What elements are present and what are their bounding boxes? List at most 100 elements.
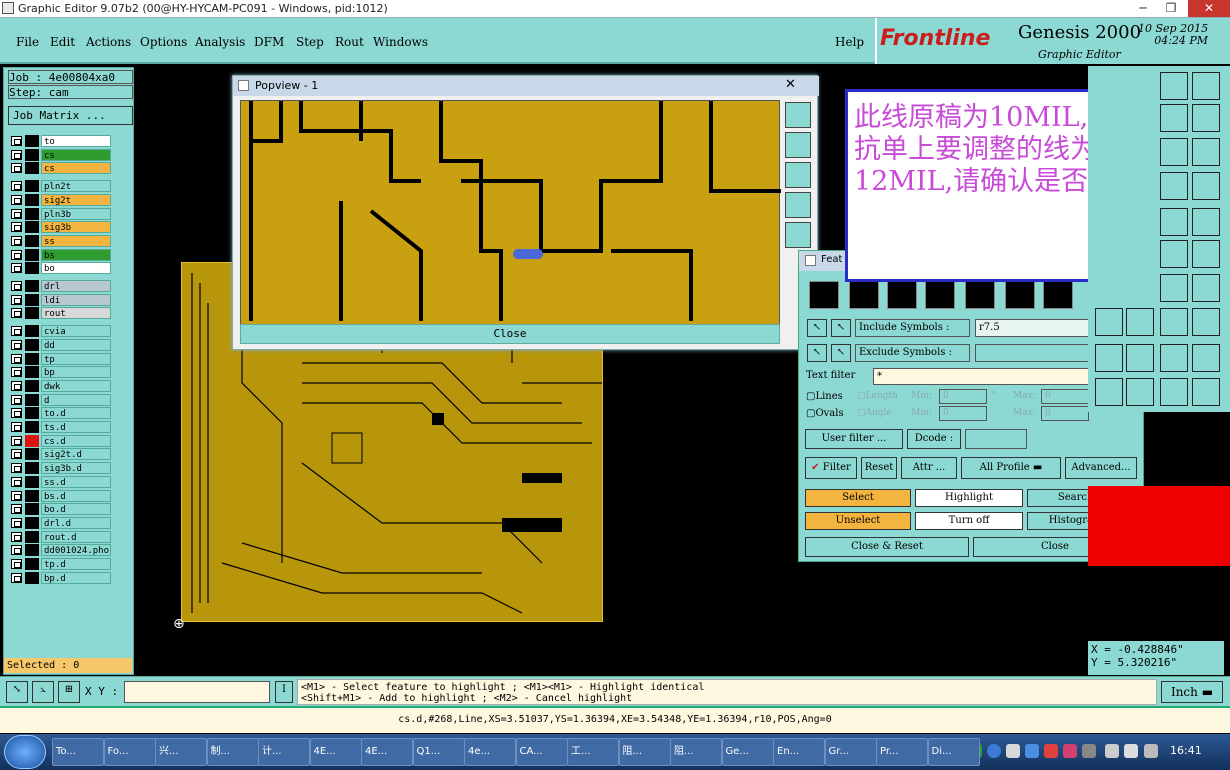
layer-color-swatch[interactable]: [25, 307, 39, 320]
layer-checkbox[interactable]: [11, 490, 22, 501]
layer-name[interactable]: ts.d: [41, 421, 111, 433]
layer-row[interactable]: cs.d: [10, 434, 113, 447]
popview-tool-2-icon[interactable]: [785, 132, 811, 158]
filter-toggle[interactable]: ✔ Filter: [805, 457, 857, 479]
layer-row[interactable]: d: [10, 393, 113, 406]
layer-row[interactable]: tp.d: [10, 558, 113, 570]
layer-checkbox[interactable]: [11, 408, 22, 419]
layer-name[interactable]: to.d: [41, 407, 111, 420]
taskbar-item[interactable]: En...: [773, 738, 825, 766]
toolbar-tool-icon[interactable]: [1095, 378, 1123, 406]
toolbar-tool-icon[interactable]: [1160, 72, 1188, 100]
layer-row[interactable]: cvia: [10, 325, 113, 338]
restore-button[interactable]: ❐: [1158, 0, 1184, 17]
user-filter-button[interactable]: User filter ...: [805, 429, 903, 449]
toolbar-tool-icon[interactable]: [1192, 172, 1220, 200]
length-max-input[interactable]: 0: [1041, 389, 1089, 404]
start-button[interactable]: [4, 735, 46, 769]
menu-options[interactable]: Options: [140, 35, 187, 49]
layer-row[interactable]: bp.d: [10, 571, 113, 584]
layer-name[interactable]: bo.d: [41, 503, 111, 516]
layer-checkbox[interactable]: [11, 367, 22, 378]
layer-color-swatch[interactable]: [25, 366, 39, 379]
popview-close-icon[interactable]: ✕: [785, 77, 796, 92]
layer-checkbox[interactable]: [11, 463, 22, 474]
exclude-arrow-icon[interactable]: ↖: [831, 344, 851, 362]
taskbar-item[interactable]: 工...: [567, 738, 619, 766]
help-icon[interactable]: [987, 744, 1001, 758]
toolbar-tool-icon[interactable]: [1126, 378, 1154, 406]
layer-checkbox[interactable]: [11, 194, 22, 205]
layer-color-swatch[interactable]: [25, 544, 39, 557]
taskbar-item[interactable]: 兴...: [155, 738, 207, 766]
layer-checkbox[interactable]: [11, 181, 22, 192]
toolbar-tool-icon[interactable]: [1160, 208, 1188, 236]
layer-row[interactable]: rout: [10, 307, 113, 320]
menu-edit[interactable]: Edit: [50, 35, 75, 49]
toolbar-tool-icon[interactable]: [1192, 378, 1220, 406]
layer-checkbox[interactable]: [11, 476, 22, 487]
attr-button[interactable]: Attr ...: [901, 457, 957, 479]
toolbar-tool-icon[interactable]: [1192, 104, 1220, 132]
layer-row[interactable]: to.d: [10, 407, 113, 420]
layer-name[interactable]: to: [41, 135, 111, 147]
layer-color-swatch[interactable]: [25, 516, 39, 529]
layer-name[interactable]: sig3b.d: [41, 462, 111, 475]
toolbar-tool-icon[interactable]: [1126, 308, 1154, 336]
layer-name[interactable]: cs.d: [41, 434, 111, 447]
layer-name[interactable]: cs: [41, 148, 111, 161]
layer-checkbox[interactable]: [11, 149, 22, 160]
toolbar-tool-icon[interactable]: [1160, 240, 1188, 268]
layer-row[interactable]: ss: [10, 234, 113, 247]
layer-checkbox[interactable]: [11, 163, 22, 174]
taskbar-item[interactable]: 制...: [206, 738, 259, 766]
layer-checkbox[interactable]: [11, 208, 22, 219]
layer-name[interactable]: bs: [41, 248, 111, 261]
layer-color-swatch[interactable]: [25, 475, 39, 488]
toolbar-tool-icon[interactable]: [1160, 138, 1188, 166]
toolbar-tool-icon[interactable]: [1192, 240, 1220, 268]
surface-symbol-icon[interactable]: [887, 281, 917, 309]
layer-row[interactable]: drl.d: [10, 516, 113, 529]
layer-row[interactable]: dd001024.pho: [10, 544, 113, 557]
layer-name[interactable]: cvia: [41, 325, 111, 338]
layer-name[interactable]: bp: [41, 366, 111, 379]
layer-row[interactable]: tp: [10, 352, 113, 365]
toolbar-tool-icon[interactable]: [1192, 308, 1220, 336]
taskbar-item[interactable]: 4e...: [464, 738, 516, 766]
tray-icon[interactable]: [1082, 744, 1096, 758]
tray-icon[interactable]: [1044, 744, 1058, 758]
grid-tool-icon[interactable]: ⊞: [58, 681, 80, 703]
layer-color-swatch[interactable]: [25, 180, 39, 193]
layer-name[interactable]: ldi: [41, 293, 111, 306]
toolbar-tool-icon[interactable]: [1192, 138, 1220, 166]
plus-icon[interactable]: [1005, 281, 1035, 309]
layer-name[interactable]: bo: [41, 262, 111, 275]
pad-symbol-icon[interactable]: [849, 281, 879, 309]
angle-checkbox[interactable]: ▢Angle: [857, 408, 892, 418]
layer-row[interactable]: to: [10, 135, 113, 147]
layer-color-swatch[interactable]: [25, 234, 39, 247]
angle-max-input[interactable]: 0: [1041, 406, 1089, 421]
taskbar-item[interactable]: Gr...: [824, 738, 877, 766]
length-min-input[interactable]: 0: [939, 389, 987, 404]
layer-row[interactable]: cs: [10, 162, 113, 175]
layer-checkbox[interactable]: [11, 339, 22, 350]
layer-name[interactable]: cs: [41, 162, 111, 175]
layer-checkbox[interactable]: [11, 263, 22, 274]
layer-checkbox[interactable]: [11, 380, 22, 391]
toolbar-tool-icon[interactable]: [1160, 308, 1188, 336]
menu-step[interactable]: Step: [296, 35, 324, 49]
menu-dfm[interactable]: DFM: [254, 35, 284, 49]
measure-tool-icon[interactable]: ⦣: [32, 681, 54, 703]
layer-color-swatch[interactable]: [25, 434, 39, 447]
taskbar-item[interactable]: 阻...: [618, 738, 671, 766]
layer-row[interactable]: sig2t: [10, 193, 113, 206]
cursor-tool-icon[interactable]: I: [275, 681, 293, 703]
layer-color-swatch[interactable]: [25, 135, 39, 147]
popview-tool-3-icon[interactable]: [785, 162, 811, 188]
layer-name[interactable]: tp: [41, 352, 111, 365]
layer-row[interactable]: ldi: [10, 293, 113, 306]
layer-checkbox[interactable]: [11, 394, 22, 405]
layer-name[interactable]: drl.d: [41, 516, 111, 529]
